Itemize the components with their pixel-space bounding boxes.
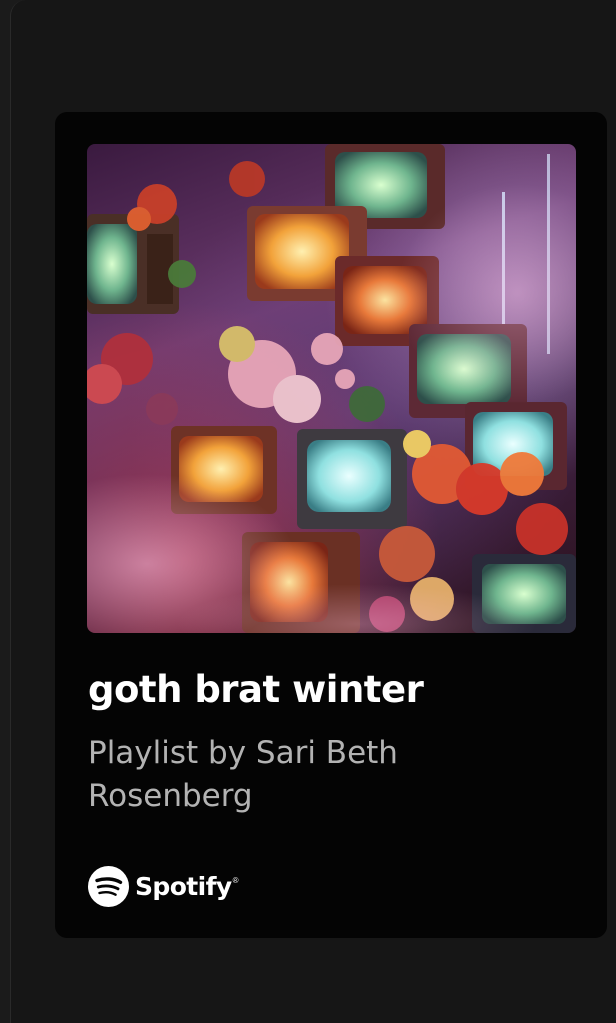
- playlist-cover-image[interactable]: [87, 144, 576, 633]
- embed-frame: goth brat winter Playlist by Sari Beth R…: [10, 0, 616, 1023]
- spotify-wordmark: Spotify: [135, 872, 232, 901]
- spotify-logo-icon: [88, 866, 129, 907]
- trademark-symbol: ®: [232, 876, 239, 885]
- playlist-subtitle: Playlist by Sari Beth Rosenberg: [88, 735, 398, 814]
- playlist-card[interactable]: goth brat winter Playlist by Sari Beth R…: [55, 112, 607, 938]
- playlist-title[interactable]: goth brat winter: [88, 668, 424, 711]
- spotify-brand-link[interactable]: Spotify ®: [88, 866, 238, 907]
